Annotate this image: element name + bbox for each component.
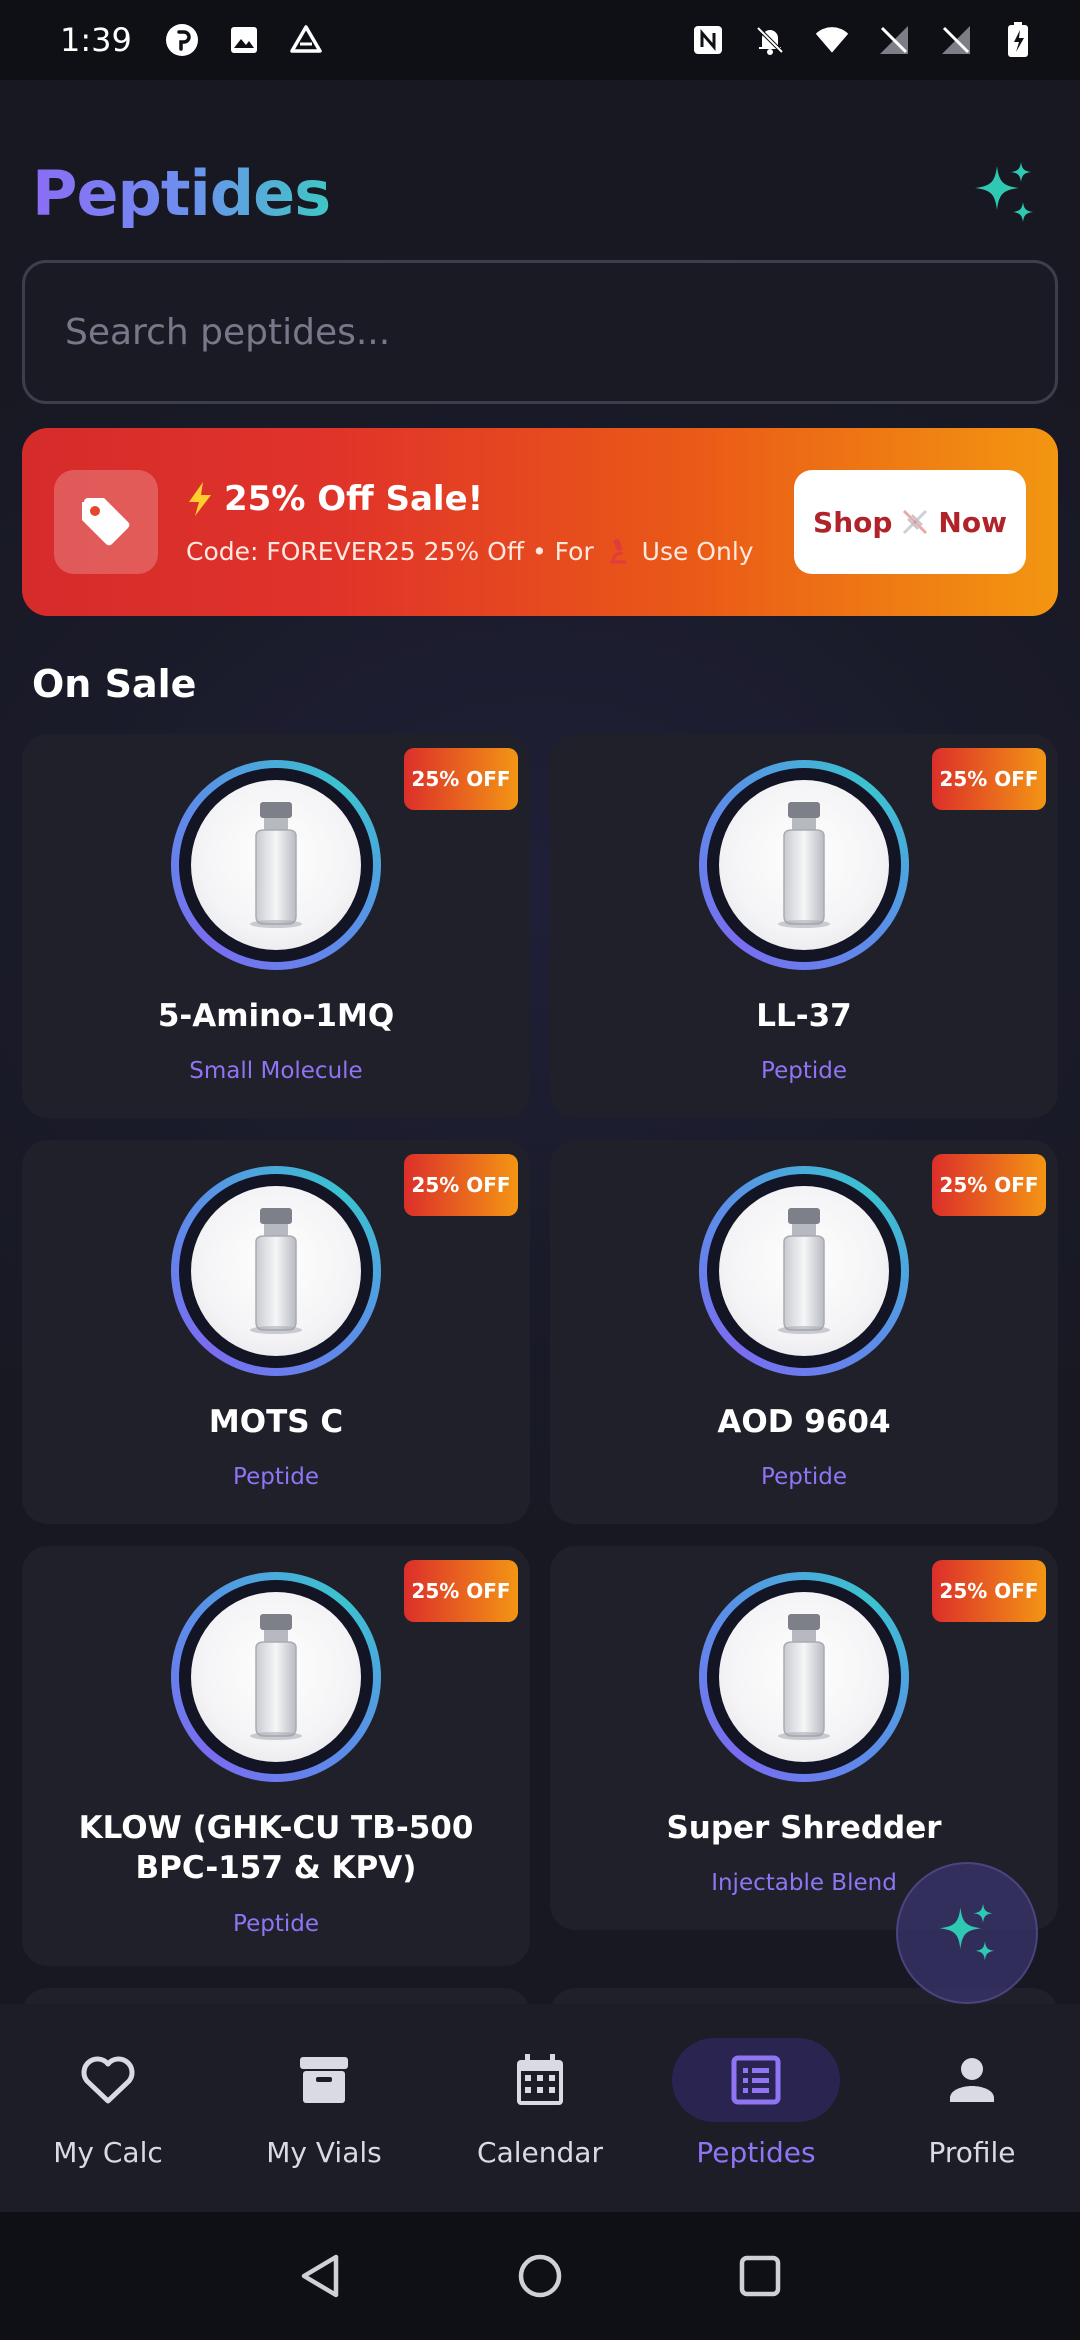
product-grid: 25% OFF 5-Amino-1MQ Small Molecule 25% O… bbox=[22, 734, 1058, 2004]
back-icon bbox=[301, 2254, 339, 2298]
nfc-icon bbox=[690, 22, 726, 58]
system-nav-bar bbox=[0, 2212, 1080, 2340]
product-card[interactable]: 25% OFF MOTS C Peptide bbox=[22, 1140, 530, 1524]
product-type: Peptide bbox=[761, 1058, 847, 1085]
page-title: Peptides bbox=[32, 156, 331, 230]
promo-subtitle-after: Use Only bbox=[641, 536, 754, 566]
product-type: Peptide bbox=[761, 1464, 847, 1491]
notifications-off-icon bbox=[752, 22, 788, 58]
vial-image bbox=[250, 1614, 302, 1740]
product-card[interactable] bbox=[22, 1988, 530, 2004]
ai-assistant-fab[interactable] bbox=[896, 1862, 1038, 2004]
battery-charging-icon bbox=[1000, 22, 1036, 58]
product-name: AOD 9604 bbox=[717, 1404, 891, 1440]
product-card[interactable]: 25% OFF 5-Amino-1MQ Small Molecule bbox=[22, 734, 530, 1118]
bottom-nav: My Calc My Vials Calendar Peptides Profi… bbox=[0, 2004, 1080, 2212]
recents-icon bbox=[739, 2255, 781, 2297]
discount-badge: 25% OFF bbox=[404, 1560, 518, 1622]
nav-label: My Calc bbox=[53, 2136, 163, 2169]
vial-image-ring bbox=[171, 760, 381, 970]
product-type: Peptide bbox=[233, 1464, 319, 1491]
microscope-icon bbox=[609, 538, 626, 563]
nav-item-my-calc[interactable]: My Calc bbox=[0, 2038, 216, 2169]
product-type: Injectable Blend bbox=[711, 1870, 897, 1897]
main-content: Peptides 25% Off Sale! Code: FOREVER2 bbox=[0, 80, 1080, 2004]
discount-badge: 25% OFF bbox=[932, 1560, 1046, 1622]
home-button[interactable] bbox=[510, 2246, 570, 2306]
wifi-icon bbox=[814, 22, 850, 58]
vial-image-ring bbox=[171, 1166, 381, 1376]
back-button[interactable] bbox=[290, 2246, 350, 2306]
dna-icon bbox=[903, 509, 928, 535]
nav-item-calendar[interactable]: Calendar bbox=[432, 2038, 648, 2169]
shop-now-button[interactable]: Shop Now bbox=[794, 470, 1026, 574]
promo-subtitle: Code: FOREVER25 25% Off • For Use Only bbox=[186, 537, 794, 566]
vial-image-ring bbox=[699, 760, 909, 970]
promo-text: 25% Off Sale! Code: FOREVER25 25% Off • … bbox=[186, 479, 794, 566]
product-type: Small Molecule bbox=[189, 1058, 363, 1085]
nav-item-my-vials[interactable]: My Vials bbox=[216, 2038, 432, 2169]
drive-icon bbox=[288, 22, 324, 58]
discount-badge: 25% OFF bbox=[404, 748, 518, 810]
home-icon bbox=[518, 2254, 562, 2298]
status-bar: 1:39 bbox=[0, 0, 1080, 80]
signal-off-icon bbox=[876, 22, 912, 58]
ai-assistant-button[interactable] bbox=[964, 153, 1044, 233]
calendar-icon bbox=[517, 2054, 563, 2105]
recents-button[interactable] bbox=[730, 2246, 790, 2306]
status-left: 1:39 bbox=[60, 21, 324, 59]
section-title-on-sale: On Sale bbox=[32, 662, 197, 706]
search-input[interactable] bbox=[65, 311, 1015, 353]
archive-box-icon bbox=[300, 2057, 348, 2103]
vial-image bbox=[778, 802, 830, 928]
status-time: 1:39 bbox=[60, 21, 132, 59]
vial-image bbox=[778, 1208, 830, 1334]
promo-subtitle-before: Code: FOREVER25 25% Off • For bbox=[186, 536, 594, 566]
search-box[interactable] bbox=[22, 260, 1058, 404]
sparkle-icon bbox=[939, 1903, 995, 1961]
product-type: Peptide bbox=[233, 1910, 319, 1937]
heart-icon bbox=[81, 2056, 135, 2104]
shop-button-before: Shop bbox=[813, 505, 893, 539]
vial-image bbox=[778, 1614, 830, 1740]
nav-label: Profile bbox=[928, 2136, 1016, 2169]
promo-title: 25% Off Sale! bbox=[186, 479, 794, 519]
gallery-icon bbox=[226, 22, 262, 58]
nav-label: Peptides bbox=[696, 2136, 816, 2169]
promo-title-text: 25% Off Sale! bbox=[224, 478, 484, 519]
nav-item-peptides[interactable]: Peptides bbox=[648, 2038, 864, 2169]
list-icon bbox=[731, 2055, 781, 2105]
promo-icon-box bbox=[54, 470, 158, 574]
product-card[interactable]: 25% OFF AOD 9604 Peptide bbox=[550, 1140, 1058, 1524]
pinterest-icon bbox=[164, 22, 200, 58]
discount-badge: 25% OFF bbox=[932, 1154, 1046, 1216]
product-name: KLOW (GHK-CU TB-500 BPC-157 & KPV) bbox=[78, 1810, 474, 1887]
discount-badge: 25% OFF bbox=[404, 1154, 518, 1216]
header: Peptides bbox=[32, 138, 1048, 248]
promo-banner[interactable]: 25% Off Sale! Code: FOREVER25 25% Off • … bbox=[22, 428, 1058, 616]
vial-image-ring bbox=[699, 1166, 909, 1376]
nav-label: Calendar bbox=[477, 2136, 603, 2169]
nav-item-profile[interactable]: Profile bbox=[864, 2038, 1080, 2169]
vial-image bbox=[250, 802, 302, 928]
lightning-icon bbox=[189, 481, 211, 516]
vial-image-ring bbox=[699, 1572, 909, 1782]
nav-label: My Vials bbox=[266, 2136, 382, 2169]
status-right bbox=[690, 22, 1036, 58]
product-card[interactable]: 25% OFF KLOW (GHK-CU TB-500 BPC-157 & KP… bbox=[22, 1546, 530, 1966]
sparkle-icon bbox=[975, 162, 1033, 222]
vial-image bbox=[250, 1208, 302, 1334]
tag-icon bbox=[82, 498, 130, 546]
signal-off-icon bbox=[938, 22, 974, 58]
shop-button-after: Now bbox=[938, 505, 1007, 539]
product-name: LL-37 bbox=[756, 998, 852, 1034]
product-name: Super Shredder bbox=[666, 1810, 942, 1846]
vial-image-ring bbox=[171, 1572, 381, 1782]
product-name: 5-Amino-1MQ bbox=[157, 998, 395, 1034]
discount-badge: 25% OFF bbox=[932, 748, 1046, 810]
product-card[interactable]: 25% OFF LL-37 Peptide bbox=[550, 734, 1058, 1118]
person-icon bbox=[950, 2058, 994, 2102]
product-name: MOTS C bbox=[208, 1404, 344, 1440]
